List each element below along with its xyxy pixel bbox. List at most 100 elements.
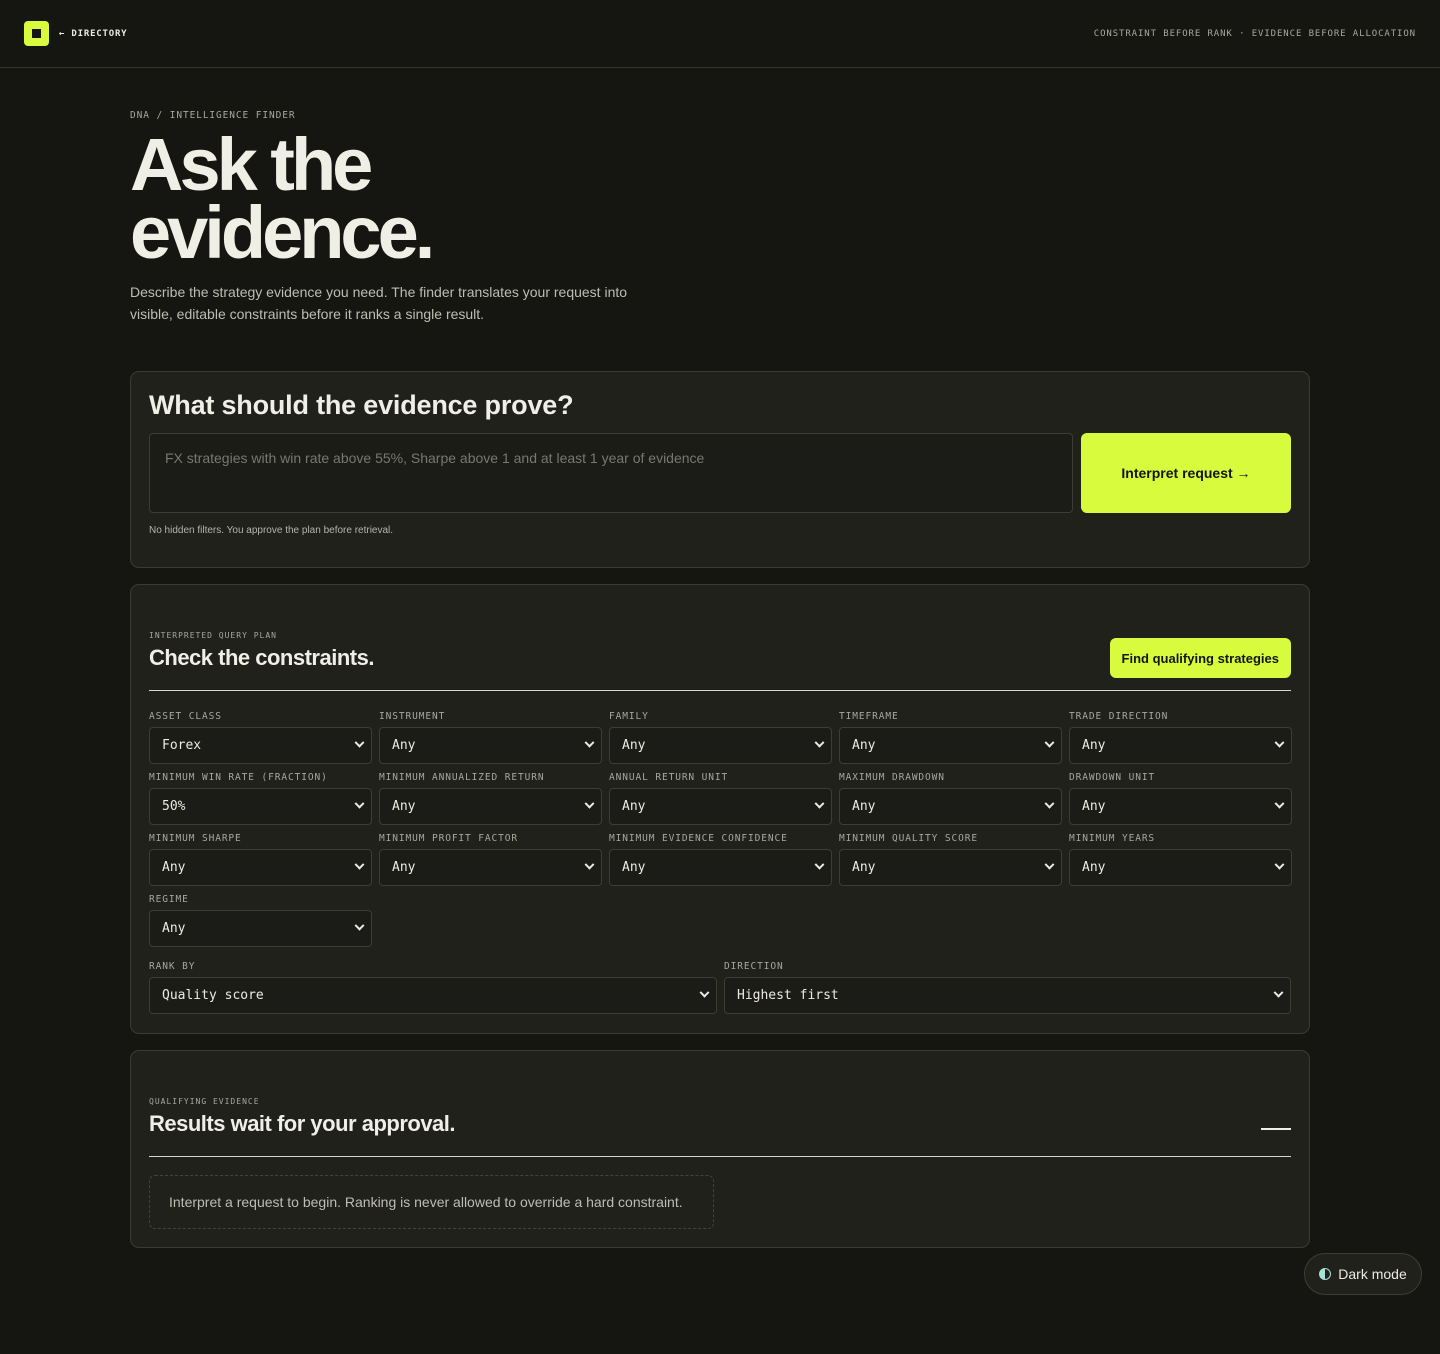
field-label: ASSET CLASS — [149, 711, 222, 722]
trade-direction-select[interactable]: Any — [1069, 727, 1292, 764]
field-label: DRAWDOWN UNIT — [1069, 772, 1156, 783]
timeframe-select[interactable]: Any — [839, 727, 1062, 764]
field-min-profit-factor: MINIMUM PROFIT FACTOR Any — [379, 833, 602, 886]
page-description: Describe the strategy evidence you need.… — [130, 284, 628, 322]
query-plan-header: INTERPRETED QUERY PLAN Check the constra… — [149, 631, 1291, 691]
dark-mode-toggle[interactable]: Dark mode — [1304, 1253, 1422, 1295]
min-annualized-return-select[interactable]: Any — [379, 788, 602, 825]
field-min-win-rate: MINIMUM WIN RATE (FRACTION) 50% — [149, 772, 372, 825]
page-title: Ask the evidence. — [130, 128, 730, 270]
chevron-down-icon — [354, 798, 365, 809]
field-drawdown-unit: DRAWDOWN UNIT Any — [1069, 772, 1292, 825]
min-win-rate-select[interactable]: 50% — [149, 788, 372, 825]
chevron-down-icon — [584, 859, 595, 870]
select-value: 50% — [162, 799, 186, 814]
chevron-down-icon — [1274, 798, 1285, 809]
request-textarea[interactable] — [149, 433, 1073, 513]
field-min-annualized-return: MINIMUM ANNUALIZED RETURN Any — [379, 772, 602, 825]
instrument-select[interactable]: Any — [379, 727, 602, 764]
chevron-down-icon — [1273, 987, 1284, 998]
collapse-dash-icon — [1261, 1128, 1291, 1130]
select-value: Any — [622, 799, 646, 814]
field-trade-direction: TRADE DIRECTION Any — [1069, 711, 1292, 764]
field-regime: REGIME Any — [149, 894, 372, 947]
field-label: FAMILY — [609, 711, 649, 722]
chevron-down-icon — [354, 859, 365, 870]
drawdown-unit-select[interactable]: Any — [1069, 788, 1292, 825]
query-plan-card: INTERPRETED QUERY PLAN Check the constra… — [130, 584, 1310, 1034]
regime-select[interactable]: Any — [149, 910, 372, 947]
field-label: MINIMUM EVIDENCE CONFIDENCE — [609, 833, 788, 844]
max-drawdown-select[interactable]: Any — [839, 788, 1062, 825]
annual-return-unit-select[interactable]: Any — [609, 788, 832, 825]
asset-class-select[interactable]: Forex — [149, 727, 372, 764]
field-label: INSTRUMENT — [379, 711, 446, 722]
field-label: MINIMUM QUALITY SCORE — [839, 833, 979, 844]
field-label: MINIMUM PROFIT FACTOR — [379, 833, 519, 844]
chevron-down-icon — [354, 920, 365, 931]
select-value: Any — [622, 860, 646, 875]
field-min-quality-score: MINIMUM QUALITY SCORE Any — [839, 833, 1062, 886]
select-value: Any — [852, 860, 876, 875]
chevron-down-icon — [699, 987, 710, 998]
hero: DNA / INTELLIGENCE FINDER Ask the eviden… — [0, 110, 1440, 325]
logo-icon[interactable] — [24, 21, 49, 46]
field-label: ANNUAL RETURN UNIT — [609, 772, 729, 783]
results-card: QUALIFYING EVIDENCE Results wait for you… — [130, 1050, 1310, 1248]
field-min-evidence-confidence: MINIMUM EVIDENCE CONFIDENCE Any — [609, 833, 832, 886]
back-to-directory-link[interactable]: ← DIRECTORY — [59, 29, 127, 39]
select-value: Any — [1082, 860, 1106, 875]
min-evidence-confidence-select[interactable]: Any — [609, 849, 832, 886]
field-label: MINIMUM SHARPE — [149, 833, 242, 844]
prompt-hint: No hidden filters. You approve the plan … — [149, 525, 394, 536]
chevron-down-icon — [354, 737, 365, 748]
field-timeframe: TIMEFRAME Any — [839, 711, 1062, 764]
direction-select[interactable]: Highest first — [724, 977, 1291, 1014]
field-label: MINIMUM YEARS — [1069, 833, 1156, 844]
interpret-request-button[interactable]: Interpret request → — [1081, 433, 1291, 513]
field-instrument: INSTRUMENT Any — [379, 711, 602, 764]
min-years-select[interactable]: Any — [1069, 849, 1292, 886]
find-qualifying-strategies-button[interactable]: Find qualifying strategies — [1109, 638, 1291, 678]
min-profit-factor-select[interactable]: Any — [379, 849, 602, 886]
chevron-down-icon — [814, 737, 825, 748]
ranking-controls: RANK BY Quality score DIRECTION Highest … — [149, 961, 1291, 1014]
select-value: Any — [392, 799, 416, 814]
field-label: DIRECTION — [724, 961, 784, 972]
select-value: Quality score — [162, 988, 264, 1003]
field-rank-by: RANK BY Quality score — [149, 961, 717, 1014]
select-value: Any — [852, 738, 876, 753]
family-select[interactable]: Any — [609, 727, 832, 764]
breadcrumb: DNA / INTELLIGENCE FINDER — [130, 110, 296, 121]
query-plan-title: Check the constraints. — [149, 645, 374, 670]
results-title: Results wait for your approval. — [149, 1111, 456, 1136]
min-quality-score-select[interactable]: Any — [839, 849, 1062, 886]
chevron-down-icon — [814, 859, 825, 870]
field-direction: DIRECTION Highest first — [724, 961, 1291, 1014]
select-value: Any — [852, 799, 876, 814]
top-bar: ← DIRECTORY CONSTRAINT BEFORE RANK · EVI… — [0, 0, 1440, 68]
field-annual-return-unit: ANNUAL RETURN UNIT Any — [609, 772, 832, 825]
select-value: Highest first — [737, 988, 839, 1003]
field-asset-class: ASSET CLASS Forex — [149, 711, 372, 764]
min-sharpe-select[interactable]: Any — [149, 849, 372, 886]
field-label: MINIMUM ANNUALIZED RETURN — [379, 772, 545, 783]
field-family: FAMILY Any — [609, 711, 832, 764]
prompt-card: What should the evidence prove? Interpre… — [130, 371, 1310, 568]
select-value: Any — [622, 738, 646, 753]
select-value: Forex — [162, 738, 202, 753]
field-label: TIMEFRAME — [839, 711, 899, 722]
rank-by-select[interactable]: Quality score — [149, 977, 717, 1014]
select-value: Any — [392, 860, 416, 875]
field-label: RANK BY — [149, 961, 196, 972]
select-value: Any — [162, 860, 186, 875]
chevron-down-icon — [1274, 859, 1285, 870]
select-value: Any — [1082, 799, 1106, 814]
field-max-drawdown: MAXIMUM DRAWDOWN Any — [839, 772, 1062, 825]
field-label: TRADE DIRECTION — [1069, 711, 1169, 722]
dark-mode-label: Dark mode — [1338, 1266, 1407, 1282]
brand: ← DIRECTORY — [24, 21, 127, 46]
page-title-line-2: evidence. — [130, 191, 435, 274]
chevron-down-icon — [1044, 859, 1055, 870]
tagline: CONSTRAINT BEFORE RANK · EVIDENCE BEFORE… — [1093, 28, 1416, 39]
